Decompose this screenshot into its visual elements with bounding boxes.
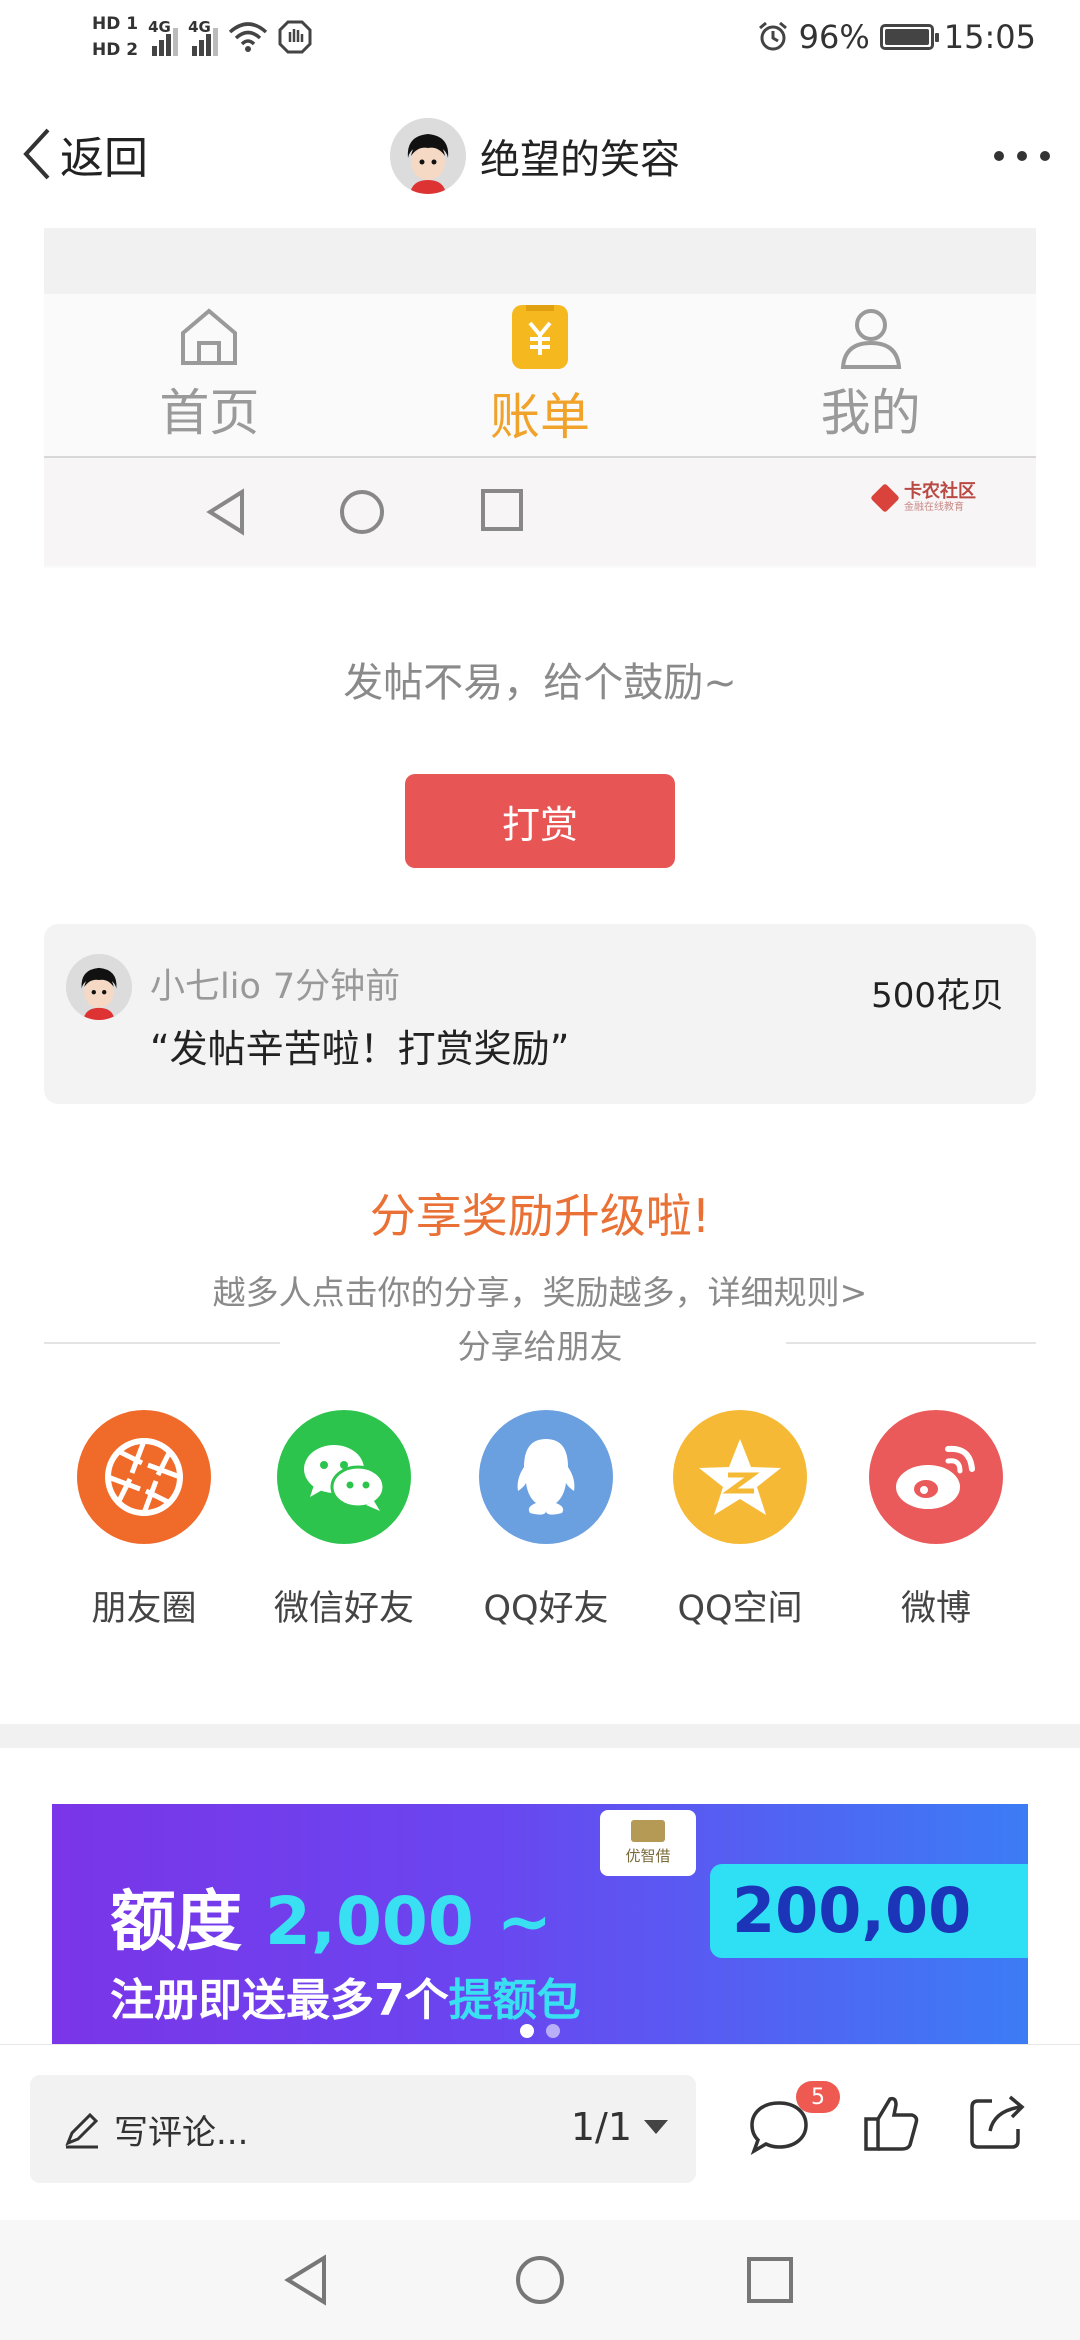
embedded-tab-mine: 我的 (705, 294, 1036, 456)
banner-dot[interactable] (520, 2024, 534, 2038)
chevron-left-icon (23, 128, 50, 180)
qzone-icon (673, 1410, 807, 1544)
reward-button[interactable]: 打赏 (405, 774, 675, 868)
embedded-home-icon (340, 490, 384, 534)
page-indicator: 1/1 (570, 2105, 632, 2149)
caret-down-icon (644, 2120, 668, 2134)
qq-icon (479, 1410, 613, 1544)
hd-badge-sim2: HD 2 (92, 40, 139, 60)
reward-time: 7分钟前 (272, 967, 401, 1007)
page-selector[interactable]: 1/1 (571, 2105, 668, 2149)
clock: 15:05 (943, 18, 1036, 56)
embedded-recents-icon (481, 489, 523, 531)
embedded-tab-bar: 首页 账单 我的 (44, 294, 1036, 458)
status-bar: HD 1 HD 2 4G 4G 96% 15:05 (0, 0, 1080, 84)
kanong-watermark: 卡农社区 金融在线教育 (870, 482, 976, 514)
home-icon (181, 308, 238, 365)
share-divider: 分享给朋友 (44, 1320, 1036, 1366)
share-rules-link[interactable]: 越多人点击你的分享，奖励越多，详细规则> (0, 1266, 1080, 1314)
banner-dot[interactable] (546, 2024, 560, 2038)
alarm-icon (758, 21, 787, 51)
banner-logo: 优智借 (600, 1810, 696, 1876)
reward-message: “发帖辛苦啦！打赏奖励” (150, 1027, 570, 1071)
nav-back-icon[interactable] (282, 2254, 330, 2306)
status-right: 96% 15:05 (757, 18, 1036, 56)
post-image[interactable]: 首页 账单 我的 卡农社区 金融在线教育 (44, 228, 1036, 568)
rewarder-name[interactable]: 小七lio (150, 967, 261, 1007)
more-options-icon[interactable] (994, 136, 1050, 176)
section-divider (0, 1724, 1080, 1748)
author-name: 绝望的笑容 (480, 137, 680, 183)
embedded-back-icon (206, 488, 244, 536)
banner-pagination (0, 2024, 1080, 2038)
back-button[interactable]: 返回 (22, 122, 148, 186)
embedded-nav-bar: 卡农社区 金融在线教育 (44, 458, 1036, 566)
author-info[interactable]: 绝望的笑容 (390, 118, 680, 194)
bill-icon (512, 305, 568, 369)
nav-recents-icon[interactable] (746, 2256, 794, 2304)
thumbs-up-icon[interactable] (862, 2093, 920, 2153)
wifi-icon (228, 22, 268, 52)
battery-icon (879, 24, 939, 50)
hd-badge-sim1: HD 1 (92, 14, 139, 34)
comment-input[interactable]: 写评论... 1/1 (30, 2075, 696, 2183)
banner-headline: 额度 2,000 ~ (110, 1883, 553, 1960)
share-divider-label: 分享给朋友 (457, 1327, 623, 1366)
weibo-icon (869, 1410, 1003, 1544)
signal-icon-sim1: 4G (148, 18, 179, 56)
reward-amount: 500花贝 (871, 976, 1004, 1016)
embedded-tab-home: 首页 (44, 294, 375, 456)
nav-home-icon[interactable] (514, 2254, 566, 2306)
share-weibo-button[interactable]: 微博 (846, 1410, 1026, 1631)
avatar[interactable] (390, 118, 466, 194)
share-qzone-button[interactable]: QQ空间 (650, 1410, 830, 1631)
embedded-tab-bill: 账单 (375, 294, 706, 456)
signal-icon-sim2: 4G (188, 18, 219, 56)
wechat-icon (277, 1410, 411, 1544)
status-left: HD 1 HD 2 4G 4G (92, 14, 312, 60)
banner-amount-pill: 200,00 (710, 1864, 1028, 1958)
banner-subline: 注册即送最多7个提额包 (110, 1975, 581, 2026)
share-title: 分享奖励升级啦! (369, 1189, 711, 1243)
comment-count-badge: 5 (796, 2081, 840, 2113)
share-icon[interactable] (968, 2093, 1026, 2151)
battery-percent: 96% (798, 18, 870, 56)
hand-icon (278, 20, 312, 54)
reward-prompt: 发帖不易，给个鼓励~ (343, 660, 737, 706)
reward-entry: 小七lio 7分钟前 500花贝 “发帖辛苦啦！打赏奖励” (44, 924, 1036, 1104)
back-label: 返回 (60, 133, 148, 184)
share-wechat-button[interactable]: 微信好友 (254, 1410, 434, 1631)
pencil-icon (65, 2112, 99, 2149)
comment-placeholder: 写评论... (114, 2113, 249, 2153)
share-qq-button[interactable]: QQ好友 (456, 1410, 636, 1631)
bottom-action-bar: 写评论... 1/1 5 (0, 2044, 1080, 2220)
share-moments-button[interactable]: 朋友圈 (54, 1410, 234, 1631)
rewarder-avatar[interactable] (66, 954, 132, 1020)
moments-icon (77, 1410, 211, 1544)
system-nav-bar (0, 2220, 1080, 2340)
ad-banner[interactable]: 优智借 额度 2,000 ~ 200,00 注册即送最多7个提额包 (52, 1804, 1028, 2044)
user-icon (840, 309, 901, 369)
top-header: 返回 绝望的笑容 (0, 100, 1080, 220)
